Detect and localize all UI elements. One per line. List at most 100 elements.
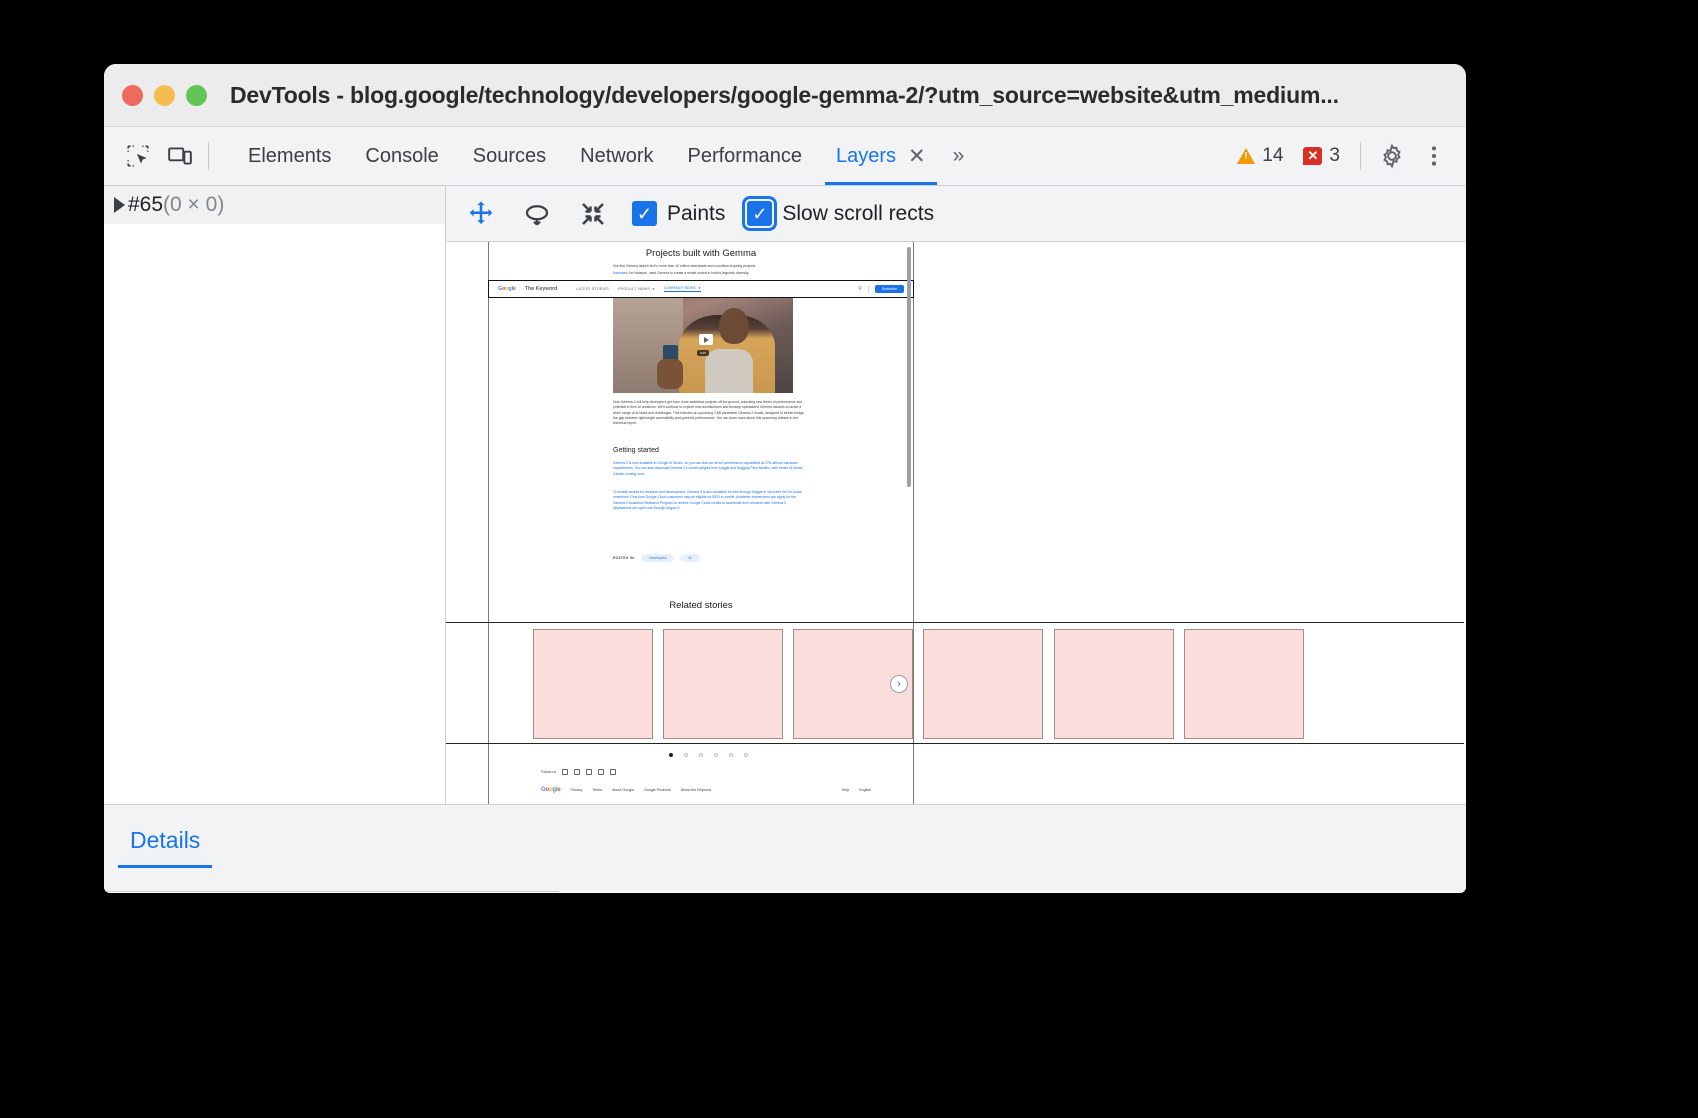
related-stories-heading: Related stories [489,600,913,611]
device-toolbar-icon[interactable] [162,138,198,174]
slow-scroll-rects-checkbox-label: Slow scroll rects [782,202,934,226]
carousel-dot[interactable] [744,753,748,757]
paints-checkbox-label: Paints [667,202,725,226]
reset-transform-button[interactable] [576,197,610,231]
youtube-icon[interactable] [586,769,592,775]
tab-label: Sources [473,145,546,168]
hero-person-face [719,308,749,344]
layers-3d-canvas[interactable]: Projects built with Gemma Our first Gemm… [446,242,1466,804]
instagram-icon[interactable] [562,769,568,775]
chevron-down-icon: ▼ [652,287,655,291]
window-title: DevTools - blog.google/technology/develo… [230,82,1440,109]
footer-google-logo: Google [541,787,560,793]
footer-follow-row: Follow us [541,769,871,775]
minimize-window-button[interactable] [154,85,175,106]
carousel-next-button[interactable]: › [890,675,908,693]
gear-icon[interactable] [1374,138,1410,174]
preview-section-body-1: Our first Gemma launch led to more than … [613,264,803,269]
tag-ai[interactable]: AI [680,554,699,562]
hero-video-thumbnail[interactable]: 0:25 [613,298,793,393]
nav-item-label: LATEST STORIES [576,287,609,291]
help-link[interactable]: Help [842,788,849,792]
slow-scroll-rects-checkbox[interactable]: ✓ Slow scroll rects [747,201,934,226]
navarasa-link[interactable]: Navarasa [613,271,628,275]
paint-rect [1054,629,1174,739]
tab-label: Network [580,145,653,168]
devtools-status-area: 14 ✕ 3 [1230,127,1466,185]
close-icon[interactable]: ✕ [908,146,926,167]
tab-details[interactable]: Details [118,821,212,868]
blog-nav-items: LATEST STORIES PRODUCT NEWS ▼ COMPANY NE… [576,286,701,292]
rotate-mode-button[interactable] [520,197,554,231]
paint-rect [663,629,783,739]
carousel-dot[interactable] [699,753,703,757]
carousel-dot[interactable] [729,753,733,757]
tab-network[interactable]: Network [563,127,670,185]
footer-link-about-the-keyword[interactable]: About the Keyword [681,788,711,792]
layer-tree-item-65[interactable]: #65 (0 × 0) [104,186,445,224]
warnings-indicator[interactable]: 14 [1230,145,1290,167]
preview-section-body-2: Navarasa, for instance, used Gemma to cr… [613,271,813,276]
devtools-tool-icons [104,127,223,185]
facebook-icon[interactable] [598,769,604,775]
tag-developers[interactable]: Developers [641,554,674,562]
tab-sources[interactable]: Sources [456,127,563,185]
search-icon[interactable]: ⚲ [858,286,862,292]
preview-heading-getting-started: Getting started [613,447,659,454]
blog-top-nav-layer: Google The Keyword LATEST STORIES PRODUC… [488,280,914,298]
nav-item-latest-stories[interactable]: LATEST STORIES [576,286,609,292]
traffic-lights [122,85,207,106]
kebab-menu-icon[interactable] [1416,138,1452,174]
layer-tree-item-size: (0 × 0) [163,193,224,217]
carousel-dot[interactable] [669,753,673,757]
nav-item-label: PRODUCT NEWS [618,287,650,291]
close-window-button[interactable] [122,85,143,106]
errors-indicator[interactable]: ✕ 3 [1296,145,1347,167]
chevron-down-icon: ▼ [698,286,701,290]
the-keyword-brand: The Keyword [525,286,557,292]
language-selector[interactable]: English [859,788,871,792]
warnings-count: 14 [1262,145,1283,167]
more-tabs-icon[interactable]: » [943,127,975,185]
subscribe-button[interactable]: Subscribe [875,285,904,293]
pan-mode-button[interactable] [464,197,498,231]
chevron-right-icon[interactable] [114,197,125,213]
paints-checkbox[interactable]: ✓ Paints [632,201,725,226]
error-icon: ✕ [1303,147,1322,165]
footer-link-privacy[interactable]: Privacy [570,788,582,792]
preview-paragraph-1: Now Gemma 2 will help developers get eve… [613,400,805,426]
play-button-icon[interactable] [699,334,713,345]
google-logo: Google [498,286,516,292]
tab-label: Performance [688,145,803,168]
panel-tabs: Elements Console Sources Network Perform… [231,127,974,185]
nav-item-product-news[interactable]: PRODUCT NEWS ▼ [618,286,655,292]
footer-link-terms[interactable]: Terms [592,788,602,792]
devtools-window: DevTools - blog.google/technology/develo… [104,64,1466,893]
page-scrollbar[interactable] [907,247,911,487]
preview-paragraph-3: To enable access for research and develo… [613,490,805,511]
checkbox-checked-icon: ✓ [632,201,657,226]
page-footer: Follow us Google Privacy Terms About Goo… [541,769,871,793]
zoom-window-button[interactable] [186,85,207,106]
inspect-element-icon[interactable] [120,138,156,174]
toolbar-divider [208,143,209,169]
carousel-pagination-dots [669,753,748,757]
footer-links-row: Google Privacy Terms About Google Google… [541,787,871,793]
footer-link-google-products[interactable]: Google Products [644,788,671,792]
nav-divider [868,285,869,293]
carousel-dot[interactable] [714,753,718,757]
details-tab-underline [104,891,559,892]
twitter-icon[interactable] [574,769,580,775]
related-stories-paint-band: › [446,622,1464,744]
footer-link-about-google[interactable]: About Google [612,788,634,792]
carousel-dot[interactable] [684,753,688,757]
tab-elements[interactable]: Elements [231,127,348,185]
tab-performance[interactable]: Performance [671,127,820,185]
linkedin-icon[interactable] [610,769,616,775]
footer-right-controls: Help English [842,788,871,792]
layers-panel: ✓ Paints ✓ Slow scroll rects Projects bu… [446,186,1466,804]
tab-layers[interactable]: Layers ✕ [819,127,943,185]
nav-item-company-news[interactable]: COMPANY NEWS ▼ [664,286,701,292]
posted-in-row: POSTED IN: Developers AI [613,554,700,562]
tab-console[interactable]: Console [348,127,455,185]
